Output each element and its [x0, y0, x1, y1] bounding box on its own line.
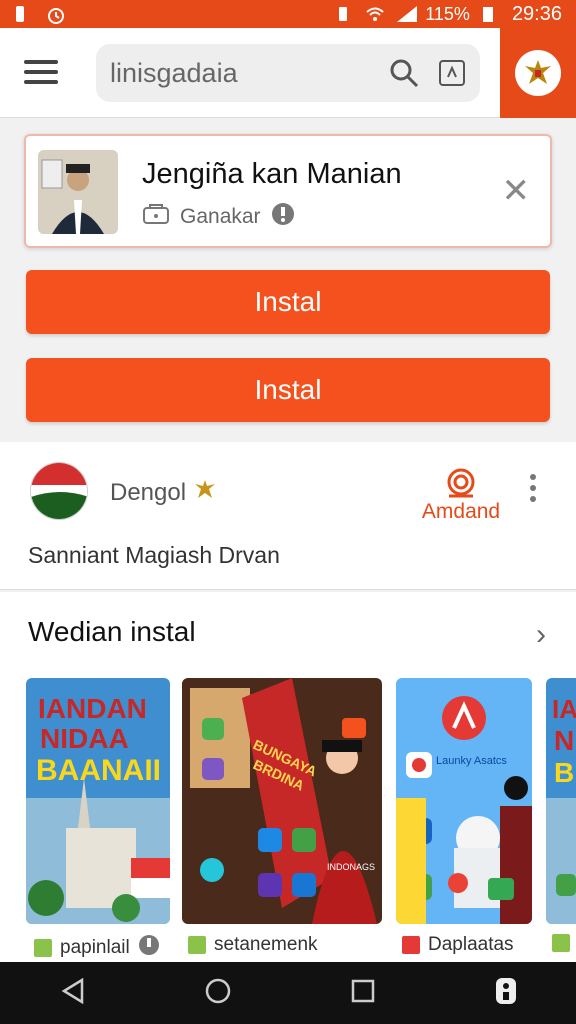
- poster-text-2c: INDONAGS: [327, 862, 375, 872]
- more-options-icon[interactable]: [530, 474, 540, 507]
- developer-description: Sanniant Magiash Drvan: [28, 542, 280, 568]
- search-bar[interactable]: linisgadaia: [96, 44, 480, 102]
- developer-row[interactable]: Dengol: [110, 478, 217, 507]
- tile-label-3: Daplaatas: [402, 934, 514, 956]
- developer-logo: [30, 462, 88, 520]
- play-icon: [402, 936, 420, 954]
- install-button-secondary[interactable]: Instal: [26, 358, 550, 422]
- home-icon[interactable]: [203, 976, 233, 1011]
- action-label: Amdand: [421, 500, 501, 523]
- notification-icon: [14, 5, 32, 23]
- app-card[interactable]: Jengiña kan Manian Ganakar ✕: [24, 134, 552, 248]
- keyboard-icon[interactable]: [493, 976, 519, 1011]
- top-app-bar: linisgadaia: [0, 28, 576, 118]
- poster-text-1b: NIDAA: [40, 723, 129, 754]
- tile-label-2: setanemenk: [188, 934, 318, 956]
- app-thumbnail: [38, 150, 118, 234]
- wifi-icon: [365, 5, 384, 23]
- clock: 29:36: [511, 2, 562, 25]
- app-tile-3[interactable]: Launky Asatcs: [396, 678, 532, 924]
- app-category-icon: [188, 936, 206, 954]
- app-tile-4[interactable]: IA N B: [546, 678, 576, 924]
- status-bar: 115% 29:36: [0, 0, 576, 28]
- recommended-section: Wedian instal › IANDAN NIDAA BAANAII BUN…: [0, 592, 576, 962]
- search-icon[interactable]: [384, 53, 424, 93]
- search-input[interactable]: linisgadaia: [110, 58, 384, 89]
- section-title: Wedian instal: [28, 616, 196, 647]
- battery-icon: [482, 5, 500, 23]
- card-title: Jengiña kan Manian: [142, 158, 402, 190]
- tile-label-text: setanemenk: [214, 934, 318, 955]
- poster-text-4c: B: [554, 757, 574, 788]
- tile-label-text: papinlail: [60, 937, 130, 958]
- developer-name: Dengol: [110, 479, 187, 506]
- tile-label-1: papinlail: [34, 934, 160, 962]
- menu-icon[interactable]: [24, 60, 58, 84]
- app-category-icon: [552, 934, 570, 952]
- app-category-icon: [34, 939, 52, 957]
- poster-text-3a: Launky Asatcs: [436, 755, 507, 767]
- card-subtitle-row: Ganakar: [142, 202, 295, 232]
- alarm-icon: [46, 5, 64, 24]
- android-action[interactable]: Amdand: [416, 466, 506, 524]
- info-icon: [138, 934, 160, 962]
- developer-section: Dengol Amdand Sanniant Magiash Drvan: [0, 442, 576, 590]
- install-button[interactable]: Instal: [26, 270, 550, 334]
- back-icon[interactable]: [58, 976, 88, 1011]
- recents-icon[interactable]: [348, 976, 378, 1011]
- close-icon[interactable]: ✕: [502, 174, 531, 208]
- voice-search-icon[interactable]: [432, 53, 472, 93]
- chevron-right-icon[interactable]: ›: [536, 618, 546, 652]
- garuda-emblem-icon: [515, 50, 561, 96]
- system-nav-bar: [0, 962, 576, 1024]
- account-button[interactable]: [500, 28, 576, 118]
- signal-icon: [395, 5, 418, 23]
- battery-percent: 115%: [425, 3, 470, 24]
- poster-text-1a: IANDAN: [38, 693, 147, 724]
- info-icon: [271, 202, 295, 232]
- android-icon: [416, 466, 506, 498]
- storage-icon: [142, 203, 170, 231]
- app-tile-1[interactable]: IANDAN NIDAA BAANAII: [26, 678, 170, 924]
- poster-text-4a: IA: [552, 694, 576, 724]
- garuda-icon: [193, 479, 217, 506]
- tile-label-text: Daplaatas: [428, 934, 514, 955]
- card-subtitle: Ganakar: [180, 205, 261, 228]
- poster-text-4b: N: [554, 725, 574, 756]
- tile-label-4: [552, 934, 570, 952]
- app-tile-2[interactable]: BUNGAYA BRDINA INDONAGS: [182, 678, 382, 924]
- vibrate-icon: [335, 5, 353, 23]
- poster-text-1c: BAANAII: [36, 754, 161, 787]
